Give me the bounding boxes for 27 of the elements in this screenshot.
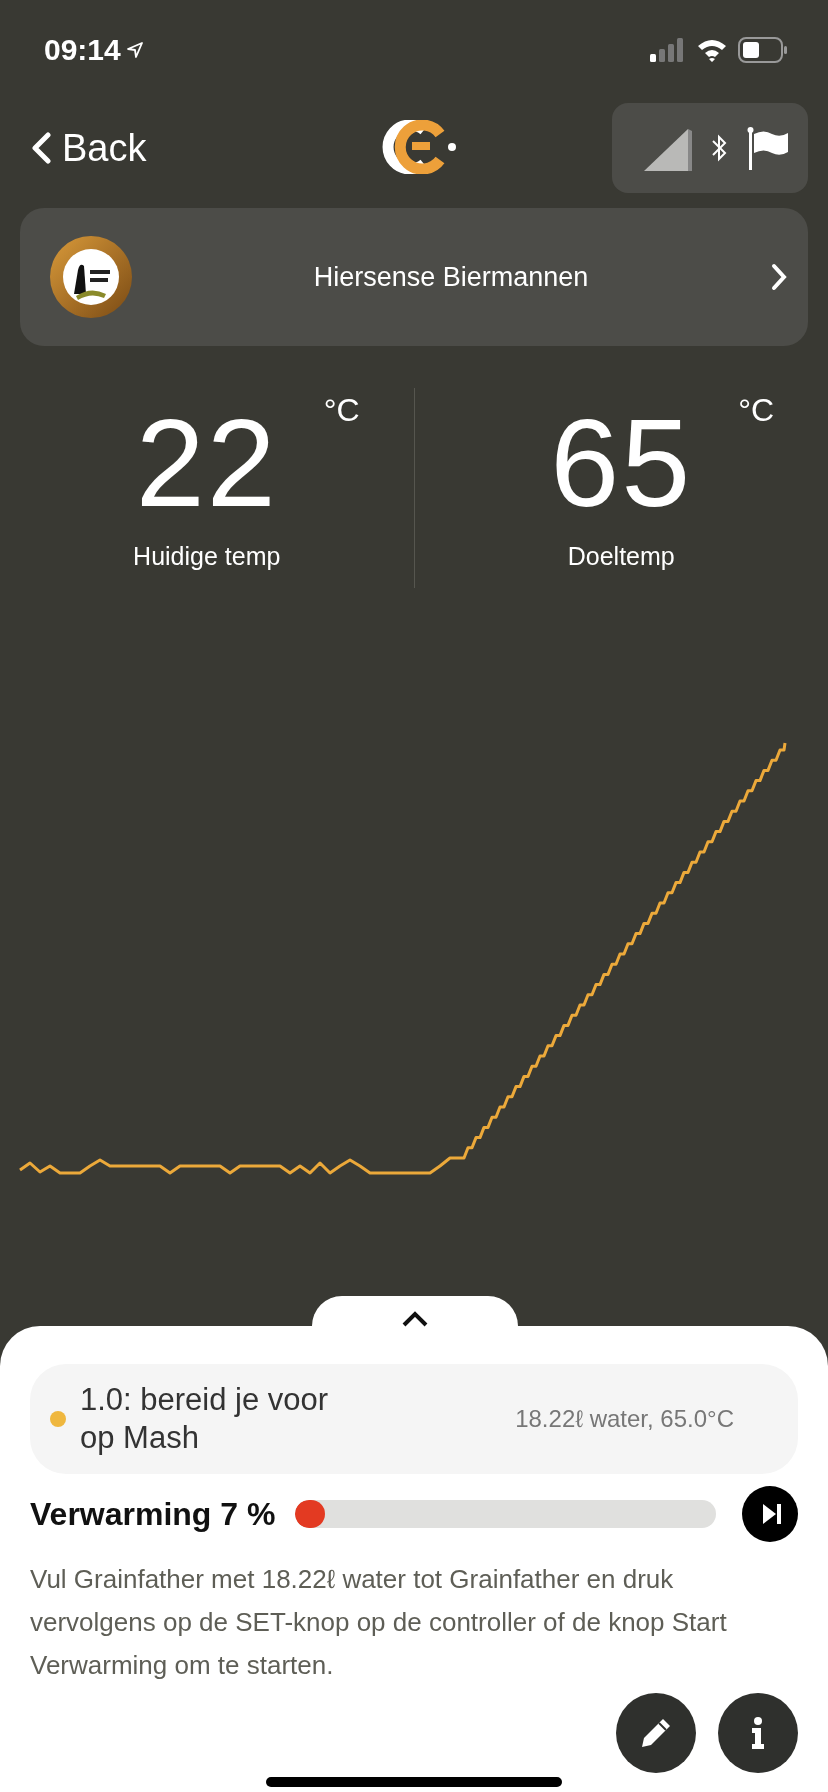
temperature-unit: °C xyxy=(738,392,775,429)
heating-label: Verwarming 7 % xyxy=(30,1495,276,1533)
cellular-signal-icon xyxy=(650,38,686,62)
temperature-label: Huidige temp xyxy=(133,542,281,571)
temperature-value: 22 xyxy=(135,394,278,532)
temperature-unit: °C xyxy=(323,392,360,429)
info-icon xyxy=(750,1716,766,1750)
bluetooth-icon xyxy=(710,133,728,163)
brewery-name: Hiersense Biermannen xyxy=(312,261,590,293)
step-details: 18.22ℓ water, 65.0°C xyxy=(515,1405,734,1433)
status-time: 09:14 xyxy=(44,33,121,67)
flag-icon xyxy=(746,126,790,170)
temperature-value: 65 xyxy=(550,394,693,532)
device-status-panel[interactable] xyxy=(612,103,808,193)
step-title: 1.0: bereid je voor op Mash xyxy=(80,1381,330,1457)
step-card[interactable]: 1.0: bereid je voor op Mash 18.22ℓ water, 65.0°C xyxy=(30,1364,798,1474)
brewery-card[interactable]: Hiersense Biermannen xyxy=(20,208,808,346)
battery-icon xyxy=(738,37,788,63)
chevron-right-icon xyxy=(770,263,788,291)
back-button[interactable]: Back xyxy=(30,126,147,170)
back-chevron-icon xyxy=(30,132,52,164)
pencil-icon xyxy=(639,1716,673,1750)
step-description: Vul Grainfather met 18.22ℓ water tot Grainfather en druk vervolgens op de SET-knop op de controller of de knop Start Verwarming om te starten. xyxy=(30,1563,728,1682)
skip-button[interactable] xyxy=(742,1486,798,1542)
location-arrow-icon xyxy=(126,42,143,58)
wifi-icon xyxy=(696,38,728,62)
temperature-label: Doeltemp xyxy=(567,542,675,571)
